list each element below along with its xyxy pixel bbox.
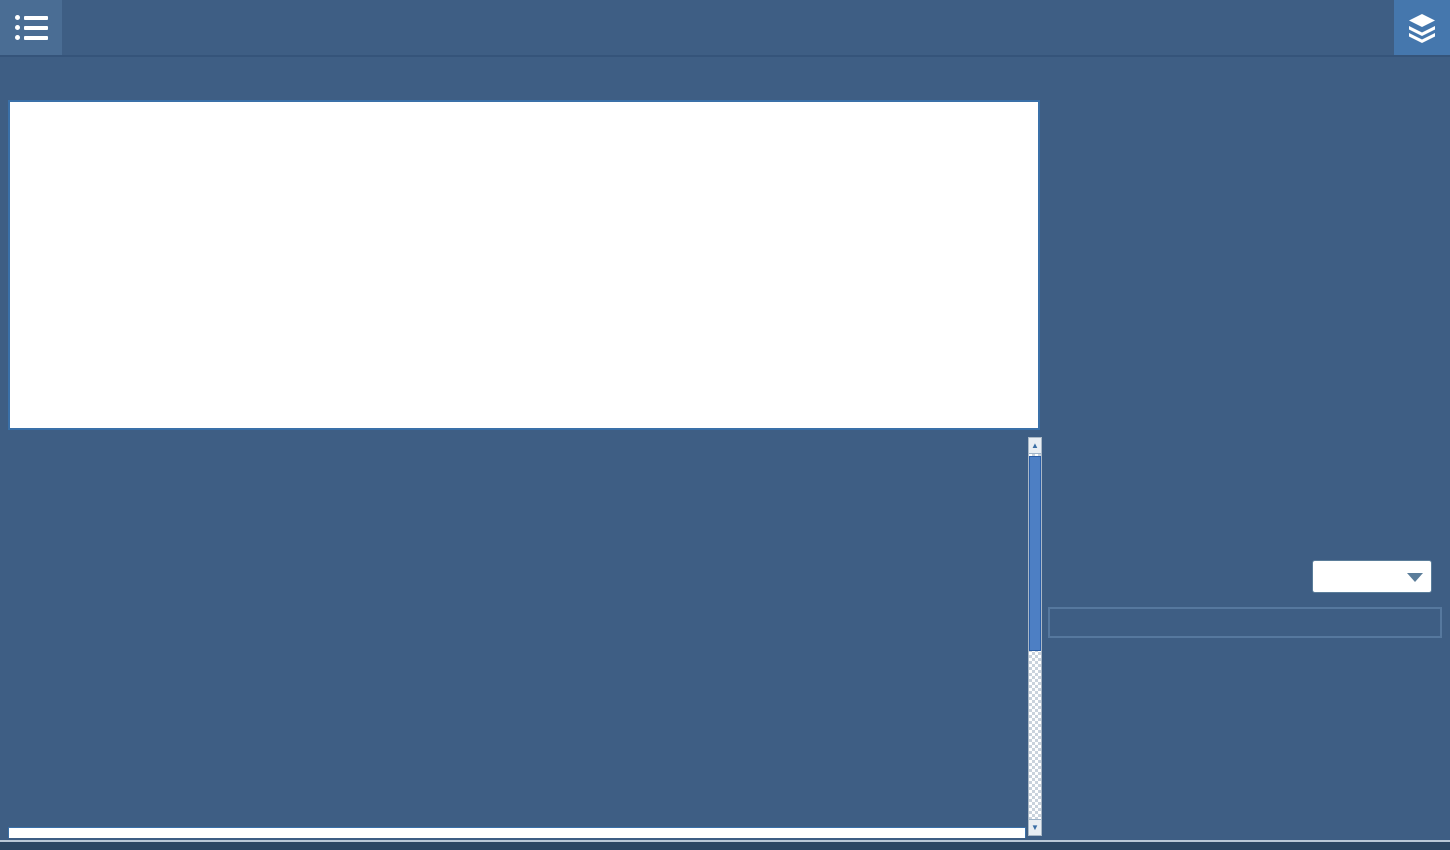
sort-dropdown[interactable] bbox=[1312, 560, 1432, 593]
diffractogram-panel bbox=[8, 100, 1040, 430]
scrollbar-thumb[interactable] bbox=[1029, 456, 1041, 651]
phase-list-scrollbar[interactable]: ▲ ▼ bbox=[1028, 437, 1042, 836]
scrollbar-track[interactable] bbox=[1029, 454, 1041, 819]
scroll-up-button[interactable]: ▲ bbox=[1029, 438, 1041, 454]
sort-controls bbox=[1048, 556, 1442, 600]
phase-analysis-window: ▲ ▼ bbox=[0, 0, 1450, 850]
footer-bar bbox=[0, 840, 1450, 850]
scroll-down-button[interactable]: ▼ bbox=[1029, 819, 1041, 835]
layers-button[interactable] bbox=[1394, 0, 1450, 55]
header-bar bbox=[0, 0, 1450, 57]
main-menu-button[interactable] bbox=[0, 0, 62, 55]
chevron-down-icon bbox=[1407, 573, 1423, 582]
layers-icon bbox=[1405, 12, 1439, 44]
included-phases-status bbox=[1048, 607, 1442, 638]
diffractogram-chart[interactable] bbox=[10, 102, 1038, 428]
phase-card-partial bbox=[8, 827, 1026, 838]
hamburger-menu-icon bbox=[15, 15, 48, 40]
